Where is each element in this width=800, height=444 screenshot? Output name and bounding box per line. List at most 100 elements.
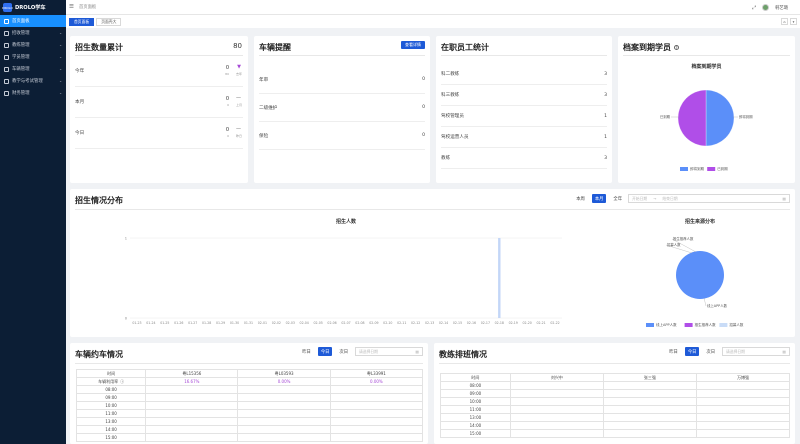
slot-cell[interactable] [237,417,331,426]
slot-cell[interactable] [237,425,331,434]
tab-page[interactable]: 页面壳大 [96,17,122,26]
staff-count: 3 [604,71,607,77]
sidebar-item-6[interactable]: 财务管理 ⌄ [0,87,66,99]
alert-row[interactable]: 二级维护 0 [259,94,425,122]
slot-cell[interactable] [145,393,239,402]
slot-cell[interactable] [237,401,331,410]
segment-today[interactable]: 今日 [317,347,333,356]
slot-cell[interactable] [602,405,697,414]
slice-leader-line [703,297,707,307]
sidebar-item-2[interactable]: 教练管理 ⌄ [0,39,66,51]
sidebar-item-4[interactable]: 车辆管理 ⌄ [0,63,66,75]
slot-cell[interactable] [602,381,697,390]
card-title: 招生数量累计 [75,43,123,52]
rate-cell: 0.00% [237,377,331,386]
date-placeholder[interactable]: 请选择日期 [359,349,378,355]
breadcrumb[interactable]: 首页面板 [79,4,96,10]
slot-cell[interactable] [145,385,239,394]
slot-cell[interactable] [237,385,331,394]
legend-swatch [646,323,654,327]
slot-cell[interactable] [237,409,331,418]
calendar-icon[interactable]: ▦ [782,349,786,354]
sidebar-item-0[interactable]: 首页面板 [0,15,66,27]
segment-yesterday[interactable]: 昨日 [666,347,681,356]
staff-row: 驾校管理员 1 [441,106,607,127]
slot-cell[interactable] [237,433,331,442]
date-picker[interactable]: 请选择日期 ▦ [355,347,423,356]
tab-home[interactable]: 首页面板 [69,17,95,26]
slot-cell[interactable] [329,417,424,426]
slice-label: 推生推荐人数 [673,236,694,241]
slot-cell[interactable] [145,417,239,426]
slot-cell[interactable] [329,409,424,418]
help-icon[interactable]: ⓘ [120,379,124,384]
slot-cell[interactable] [695,413,791,422]
fullscreen-icon[interactable]: ⤢ [752,5,756,11]
segment-tomorrow[interactable]: 次日 [336,347,351,356]
date-placeholder[interactable]: 请选择日期 [726,349,745,355]
date-picker[interactable]: 请选择日期 ▦ [722,347,790,356]
slot-cell[interactable] [695,429,791,438]
slot-cell[interactable] [329,401,424,410]
slot-cell[interactable] [509,421,604,430]
avatar[interactable] [762,4,770,11]
slot-cell[interactable] [329,433,424,442]
slot-cell[interactable] [509,397,604,406]
trend-icon: — [236,95,241,101]
logo[interactable]: DROLO DROLO学车 [0,0,66,15]
slot-cell[interactable] [602,389,697,398]
tabs-home-icon[interactable]: ⌂ [781,18,788,25]
staff-card: 在职员工统计 科二教练 3 科三教练 3 驾校管理员 1 驾校运营人员 1 教练 3 [436,36,612,183]
slot-cell[interactable] [602,397,697,406]
menu-item-icon [4,66,9,72]
slot-cell[interactable] [329,393,424,402]
vehicle-booking-card: 车辆约车情况 昨日 今日 次日 请选择日期 ▦ 时间 粤L15356 粤L03593… [70,343,428,444]
slot-cell[interactable] [602,413,697,422]
slot-cell[interactable] [329,385,424,394]
stat-value: 0 [225,127,229,133]
alert-row[interactable]: 年审 0 [259,66,425,94]
segment-yesterday[interactable]: 昨日 [299,347,314,356]
slot-cell[interactable] [145,433,239,442]
segment-today[interactable]: 今日 [684,347,700,356]
menu-item-icon [4,30,9,36]
time-cell: 11:00 [75,409,147,418]
pie-slice[interactable] [676,251,724,299]
slot-cell[interactable] [509,405,604,414]
slot-cell[interactable] [145,409,239,418]
sidebar-item-label: 学员管理 [12,55,30,60]
column-header: 粤L15356 [145,369,239,378]
menu-toggle-icon[interactable]: ☰ [69,4,74,10]
slot-cell[interactable] [509,413,604,422]
slot-cell[interactable] [695,397,791,406]
slot-cell[interactable] [695,381,791,390]
slot-cell[interactable] [602,429,697,438]
slot-cell[interactable] [695,421,791,430]
slot-cell[interactable] [695,389,791,398]
slot-cell[interactable] [509,429,604,438]
username[interactable]: 韩艺璐 [775,5,788,11]
slot-cell[interactable] [602,421,697,430]
stat-row: 今年 0 80 ▼ 去年 [75,56,243,87]
sidebar-item-3[interactable]: 学员管理 ⌄ [0,51,66,63]
slot-cell[interactable] [695,405,791,414]
segment-tomorrow[interactable]: 次日 [703,347,718,356]
slot-cell[interactable] [145,401,239,410]
slot-cell[interactable] [329,425,424,434]
alert-row[interactable]: 保险 0 [259,122,425,150]
slot-cell[interactable] [237,393,331,402]
slot-cell[interactable] [145,425,239,434]
sidebar-item-label: 教练管理 [12,43,30,48]
pie-slice[interactable] [677,89,707,147]
view-details-button[interactable]: 查看详情 [401,41,425,49]
tabs-dropdown-icon[interactable]: ▾ [790,18,797,25]
sidebar-item-5[interactable]: 教学与考试管理 ⌄ [0,75,66,87]
calendar-icon[interactable]: ▦ [415,349,419,354]
slot-cell[interactable] [509,389,604,398]
slot-cell[interactable] [509,381,604,390]
legend-label: 推生推荐人数 [695,322,716,327]
legend-label: 即将到期 [690,166,704,171]
sidebar-item-1[interactable]: 招收管理 ⌄ [0,27,66,39]
pie-slice[interactable] [705,89,735,147]
time-cell: 13:00 [75,417,147,426]
